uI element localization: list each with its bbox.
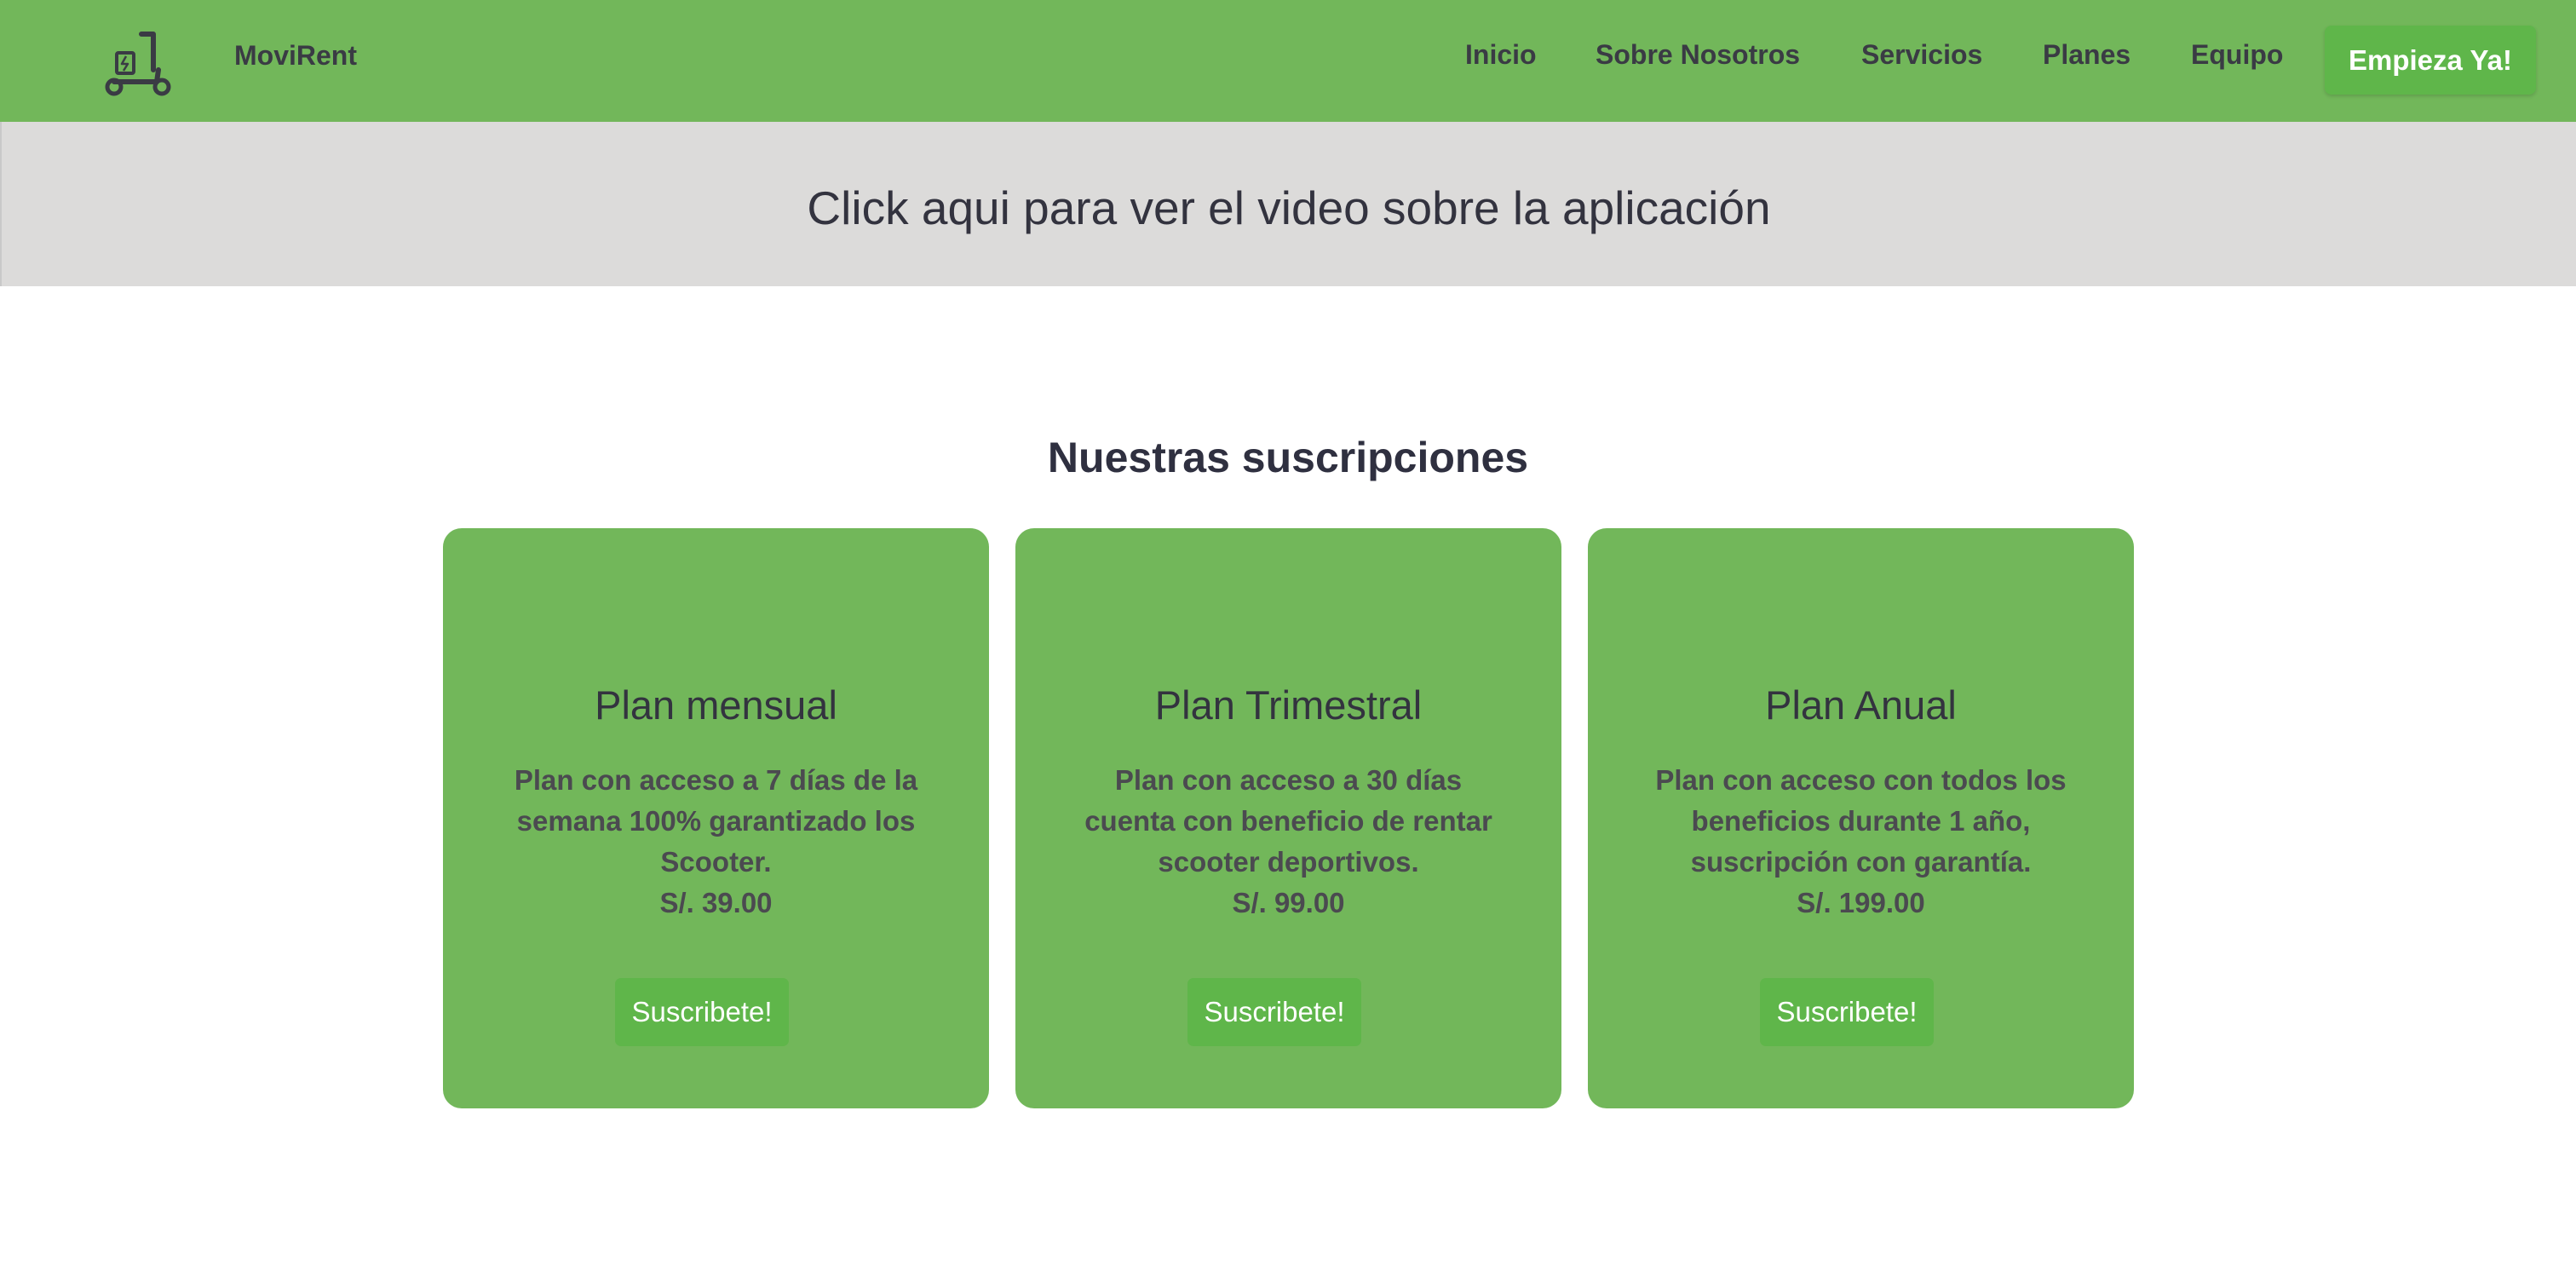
plan-card-trimestral: Plan Trimestral Plan con acceso a 30 día… — [1015, 528, 1561, 1108]
plan-description: Plan con acceso a 30 días cuenta con ben… — [1084, 764, 1492, 878]
nav-link-inicio[interactable]: Inicio — [1465, 39, 1537, 71]
plan-card-anual: Plan Anual Plan con acceso con todos los… — [1588, 528, 2134, 1108]
nav-link-equipo[interactable]: Equipo — [2191, 39, 2283, 71]
nav-link-servicios[interactable]: Servicios — [1861, 39, 1982, 71]
plan-description: Plan con acceso a 7 días de la semana 10… — [514, 764, 918, 878]
video-banner-text[interactable]: Click aqui para ver el video sobre la ap… — [807, 181, 1770, 235]
plan-title: Plan Anual — [1765, 682, 1957, 728]
subscribe-button[interactable]: Suscribete! — [1187, 978, 1361, 1046]
plan-price: S/. 99.00 — [1232, 887, 1345, 918]
plan-title: Plan mensual — [595, 682, 837, 728]
plan-price: S/. 39.00 — [659, 887, 773, 918]
nav-link-planes[interactable]: Planes — [2043, 39, 2130, 71]
empieza-ya-button[interactable]: Empieza Ya! — [2325, 26, 2536, 95]
navbar: MoviRent Inicio Sobre Nosotros Servicios… — [0, 0, 2576, 122]
nav-link-sobre-nosotros[interactable]: Sobre Nosotros — [1596, 39, 1800, 71]
plan-title: Plan Trimestral — [1154, 682, 1423, 728]
video-banner[interactable]: Click aqui para ver el video sobre la ap… — [0, 122, 2576, 286]
brand-name[interactable]: MoviRent — [234, 40, 357, 72]
plan-description: Plan con acceso con todos los beneficios… — [1655, 764, 2067, 878]
subscribe-button[interactable]: Suscribete! — [615, 978, 789, 1046]
plan-card-mensual: Plan mensual Plan con acceso a 7 días de… — [443, 528, 989, 1108]
plan-price: S/. 199.00 — [1797, 887, 1925, 918]
scooter-icon[interactable] — [102, 29, 174, 97]
section-title: Nuestras suscripciones — [1047, 434, 1529, 481]
subscribe-button[interactable]: Suscribete! — [1760, 978, 1934, 1046]
